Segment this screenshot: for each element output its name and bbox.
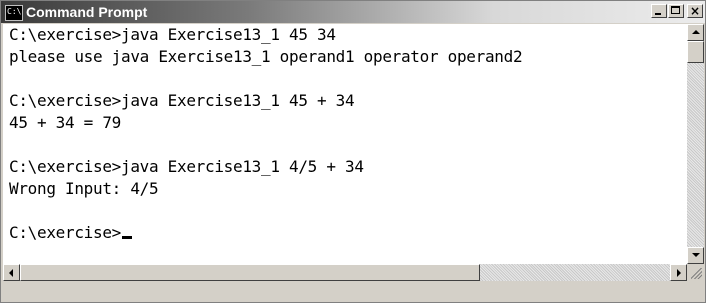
console-line: Wrong Input: 4/5	[9, 179, 159, 198]
vertical-scrollbar[interactable]	[687, 24, 704, 264]
resize-grip-icon[interactable]	[687, 264, 704, 281]
arrow-left-icon	[9, 269, 13, 277]
console-line: C:\exercise>java Exercise13_1 4/5 + 34	[9, 157, 364, 176]
window-title: Command Prompt	[26, 4, 148, 20]
console-line: C:\exercise>java Exercise13_1 45 + 34	[9, 91, 355, 110]
title-bar[interactable]: C:\ Command Prompt ×	[1, 1, 705, 23]
scroll-left-button[interactable]	[3, 264, 20, 281]
scroll-down-button[interactable]	[687, 247, 704, 264]
prompt-text: C:\exercise>	[9, 223, 121, 242]
console-line: 45 + 34 = 79	[9, 113, 121, 132]
minimize-button[interactable]	[651, 4, 667, 18]
console-line: C:\exercise>java Exercise13_1 45 34	[9, 25, 336, 44]
close-button[interactable]: ×	[687, 4, 703, 18]
command-prompt-window: C:\ Command Prompt × C:\exercise>java Ex…	[0, 0, 706, 303]
horizontal-scroll-thumb[interactable]	[20, 264, 480, 281]
arrow-right-icon	[677, 269, 681, 277]
scroll-up-button[interactable]	[687, 24, 704, 41]
console-icon[interactable]: C:\	[5, 5, 23, 21]
console-line: please use java Exercise13_1 operand1 op…	[9, 47, 523, 66]
maximize-button[interactable]	[668, 4, 684, 18]
scroll-right-button[interactable]	[670, 264, 687, 281]
window-bottom-border	[1, 281, 705, 302]
close-icon: ×	[689, 4, 701, 18]
text-cursor	[122, 236, 132, 239]
prompt-line[interactable]: C:\exercise>	[9, 222, 132, 244]
arrow-up-icon	[692, 30, 700, 34]
console-icon-text: C:\	[7, 7, 22, 16]
vertical-scroll-thumb[interactable]	[687, 41, 704, 63]
arrow-down-icon	[692, 253, 700, 257]
console-output[interactable]: C:\exercise>java Exercise13_1 45 34 plea…	[3, 24, 687, 264]
horizontal-scrollbar[interactable]	[3, 264, 687, 281]
